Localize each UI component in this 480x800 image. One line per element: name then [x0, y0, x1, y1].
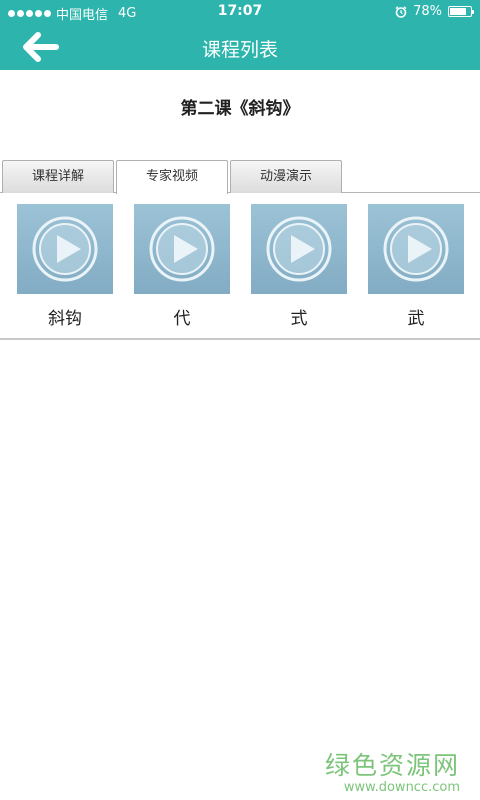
video-label: 式	[290, 309, 308, 329]
video-label: 斜钩	[48, 309, 82, 329]
video-item-xiegou[interactable]: 斜钩	[17, 204, 113, 329]
video-thumbnail[interactable]	[251, 204, 347, 294]
watermark-main: 绿色资源网	[324, 751, 460, 780]
play-icon	[266, 216, 332, 282]
tab-course-detail[interactable]: 课程详解	[2, 160, 114, 193]
video-item-dai[interactable]: 代	[134, 204, 230, 329]
play-icon	[149, 216, 215, 282]
video-item-wu[interactable]: 武	[368, 204, 464, 329]
tab-expert-video[interactable]: 专家视频	[116, 160, 228, 194]
tab-label: 课程详解	[31, 169, 84, 184]
battery-fill	[450, 8, 466, 15]
video-item-shi[interactable]: 式	[251, 204, 347, 329]
play-icon	[383, 216, 449, 282]
battery-percent: 78%	[413, 4, 442, 19]
alarm-clock-icon	[395, 5, 407, 18]
video-thumbnail[interactable]	[134, 204, 230, 294]
video-thumbnail[interactable]	[17, 204, 113, 294]
battery-icon	[448, 6, 474, 17]
watermark: 绿色资源网 www.downcc.com	[325, 746, 460, 795]
content-divider	[0, 338, 480, 340]
tab-label: 专家视频	[145, 169, 198, 184]
status-right: 78%	[395, 4, 474, 19]
video-label: 武	[407, 309, 425, 329]
page-title: 课程列表	[201, 39, 278, 61]
watermark-url: www.downcc.com	[343, 780, 460, 795]
nav-bar: 课程列表	[0, 24, 480, 70]
play-icon	[32, 216, 98, 282]
tab-animation-demo[interactable]: 动漫演示	[230, 160, 342, 193]
status-bar: 中国电信 4G 17:07 78%	[0, 0, 480, 24]
tab-label: 动漫演示	[259, 169, 312, 184]
video-thumbnail[interactable]	[368, 204, 464, 294]
video-label: 代	[173, 309, 191, 329]
lesson-title: 第二课《斜钩》	[180, 99, 300, 119]
